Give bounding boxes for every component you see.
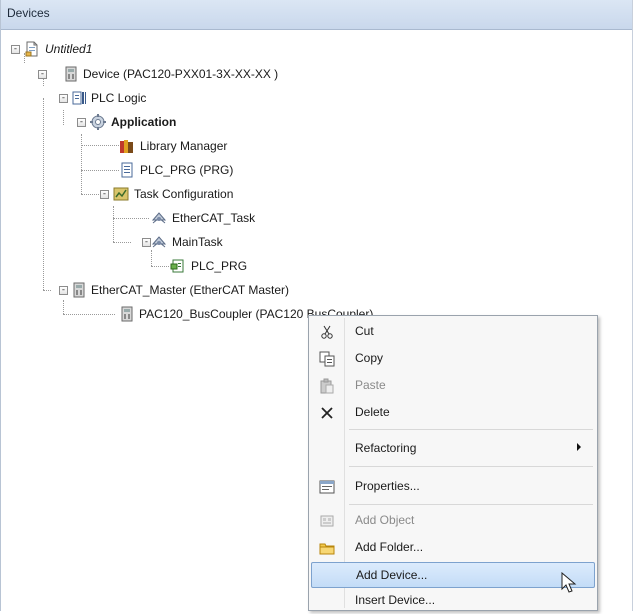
program-call-icon <box>170 258 186 274</box>
menu-item-add-folder[interactable]: Add Folder... <box>311 535 595 561</box>
panel-title: Devices <box>1 0 632 30</box>
menu-label-add-folder: Add Folder... <box>355 540 424 554</box>
properties-icon <box>319 479 335 495</box>
tree-item-maintask[interactable]: MainTask <box>172 234 223 250</box>
expander-device[interactable]: - <box>38 70 47 79</box>
delete-x-icon <box>319 405 335 421</box>
expander-untitled1[interactable]: - <box>11 45 20 54</box>
expander-application[interactable]: - <box>77 118 86 127</box>
menu-label-refactoring: Refactoring <box>355 441 417 455</box>
tree-item-plc-prg[interactable]: PLC_PRG <box>191 258 247 274</box>
menu-label-add-device: Add Device... <box>356 568 428 582</box>
menu-label-paste: Paste <box>355 378 386 392</box>
menu-item-refactoring[interactable]: Refactoring <box>311 436 595 462</box>
menu-label-add-object: Add Object <box>355 513 415 527</box>
menu-item-copy[interactable]: Copy <box>311 346 595 372</box>
tree-item-ethercat-task[interactable]: EtherCAT_Task <box>172 210 255 226</box>
tree-item-plc-prg-prg[interactable]: PLC_PRG (PRG) <box>140 162 233 178</box>
plc-logic-icon <box>71 90 87 106</box>
expander-maintask[interactable]: - <box>142 238 151 247</box>
mouse-pointer-icon <box>561 571 577 594</box>
expander-ethercat-master[interactable]: - <box>59 286 68 295</box>
menu-item-cut[interactable]: Cut <box>311 319 595 345</box>
menu-item-add-device[interactable]: Add Device... <box>311 562 595 588</box>
application-gear-icon <box>90 114 106 130</box>
project-file-icon <box>24 41 40 57</box>
library-books-icon <box>119 138 135 154</box>
devices-panel: Devices - Untitled1 - Device (PAC120-PXX… <box>0 0 633 611</box>
tree-item-ethercat-master[interactable]: EtherCAT_Master (EtherCAT Master) <box>91 282 289 298</box>
task-icon <box>151 210 167 226</box>
menu-label-insert-device: Insert Device... <box>355 593 436 607</box>
task-icon <box>151 234 167 250</box>
menu-item-add-object[interactable]: Add Object <box>311 508 595 534</box>
device-icon <box>63 66 79 82</box>
task-configuration-icon <box>113 186 129 202</box>
menu-label-cut: Cut <box>355 324 374 338</box>
menu-item-paste[interactable]: Paste <box>311 373 595 399</box>
tree-item-device[interactable]: Device (PAC120-PXX01-3X-XX-XX ) <box>83 66 278 82</box>
pou-document-icon <box>119 162 135 178</box>
menu-label-copy: Copy <box>355 351 384 365</box>
menu-item-properties[interactable]: Properties... <box>311 474 595 500</box>
scissors-icon <box>319 324 335 340</box>
menu-item-delete[interactable]: Delete <box>311 400 595 426</box>
tree-item-plc-logic[interactable]: PLC Logic <box>91 90 146 106</box>
menu-item-insert-device[interactable]: Insert Device... <box>311 588 595 614</box>
menu-label-delete: Delete <box>355 405 390 419</box>
submenu-arrow-icon <box>577 443 581 451</box>
context-menu: Cut Copy Paste Delete Refactoring Proper… <box>308 315 598 611</box>
paste-icon <box>319 378 335 394</box>
menu-label-properties: Properties... <box>355 479 420 493</box>
device-icon <box>71 282 87 298</box>
tree-item-task-configuration[interactable]: Task Configuration <box>134 186 233 202</box>
tree-item-application[interactable]: Application <box>111 114 176 130</box>
tree-item-untitled1[interactable]: Untitled1 <box>45 41 92 57</box>
device-icon <box>119 306 135 322</box>
copy-icon <box>319 351 335 367</box>
expander-plc-logic[interactable]: - <box>59 94 68 103</box>
expander-task-configuration[interactable]: - <box>100 190 109 199</box>
folder-icon <box>319 540 335 556</box>
tree-item-library-manager[interactable]: Library Manager <box>140 138 227 154</box>
add-object-icon <box>319 513 335 529</box>
